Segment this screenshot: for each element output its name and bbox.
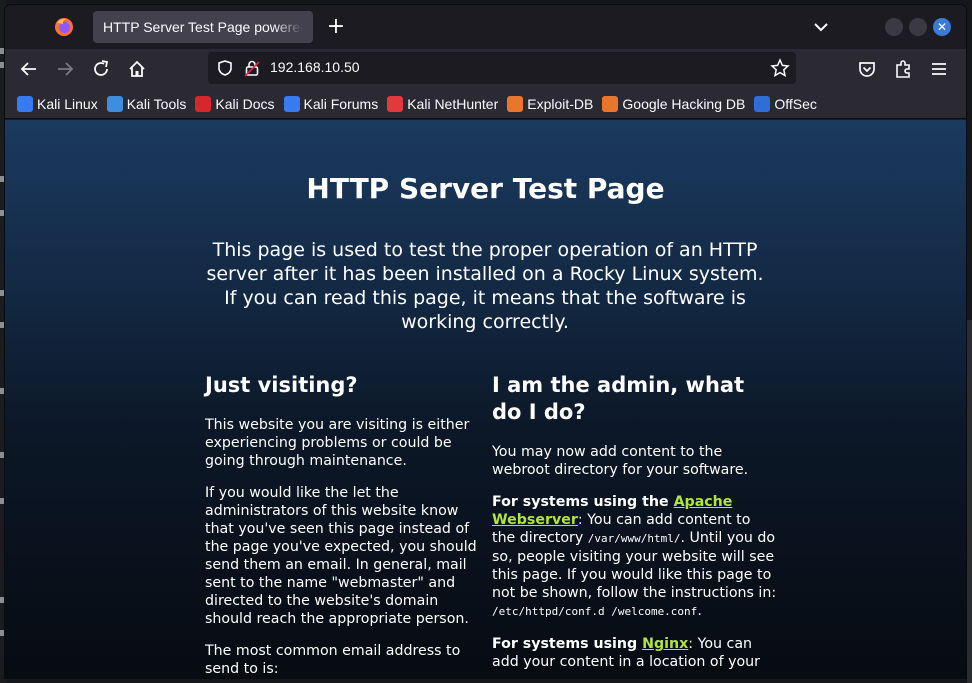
bookmarks-toolbar: Kali Linux Kali Tools Kali Docs Kali Forums… <box>5 89 966 119</box>
page-title: HTTP Server Test Page <box>306 172 665 205</box>
bookmark-item[interactable]: Kali Forums <box>283 95 379 112</box>
admin-column: I am the admin, what do I do? You may no… <box>492 372 777 678</box>
back-arrow-icon[interactable] <box>18 58 40 80</box>
lock-insecure-icon[interactable] <box>244 59 260 77</box>
url-bar[interactable]: 192.168.10.50 <box>208 52 796 84</box>
visitor-paragraph-3: The most common email address to send to… <box>205 643 461 677</box>
kali-forums-icon <box>283 95 300 112</box>
firefox-icon[interactable] <box>54 17 74 37</box>
bookmark-label: Google Hacking DB <box>622 95 746 112</box>
extensions-icon[interactable] <box>892 58 914 80</box>
kali-tools-icon <box>106 95 123 112</box>
bookmark-item[interactable]: Google Hacking DB <box>602 95 746 112</box>
kali-nethunter-icon <box>387 95 404 112</box>
nginx-prefix: For systems using <box>492 636 643 652</box>
navigation-toolbar: 192.168.10.50 <box>5 49 966 89</box>
kali-linux-icon <box>17 95 33 112</box>
bookmark-item[interactable]: Kali Linux <box>17 95 98 112</box>
close-button[interactable]: ✕ <box>933 18 951 36</box>
nginx-link[interactable]: Nginx <box>642 636 688 652</box>
bookmark-star-icon[interactable] <box>770 58 790 78</box>
admin-paragraph-1: You may now add content to the webroot d… <box>492 444 749 478</box>
visitor-paragraph-1: This website you are visiting is either … <box>205 417 470 469</box>
bookmark-item[interactable]: Exploit-DB <box>507 95 594 112</box>
visitor-heading: Just visiting? <box>205 373 358 397</box>
bookmark-label: Kali Docs <box>215 95 275 112</box>
visitor-paragraph-2: If you would like the let the administra… <box>205 485 477 627</box>
intro-paragraph: This page is used to test the proper ope… <box>206 239 764 333</box>
bookmark-label: Exploit-DB <box>527 95 594 112</box>
nginx-paragraph: For systems using Nginx: You can add you… <box>492 635 777 671</box>
tab-strip: HTTP Server Test Page powered by Rocky L… <box>5 5 966 49</box>
maximize-button[interactable] <box>909 18 927 36</box>
reload-icon[interactable] <box>90 58 112 80</box>
ghdb-icon <box>602 95 619 112</box>
kali-docs-icon <box>195 95 212 112</box>
visitor-column: Just visiting? This website you are visi… <box>205 372 485 678</box>
home-icon[interactable] <box>126 58 148 80</box>
menu-icon[interactable] <box>928 58 950 80</box>
new-tab-button[interactable]: + <box>325 16 347 38</box>
bookmark-label: Kali Linux <box>37 95 98 112</box>
web-page-content: HTTP Server Test Page This page is used … <box>5 120 966 678</box>
url-text[interactable]: 192.168.10.50 <box>270 59 360 75</box>
admin-heading: I am the admin, what do I do? <box>492 373 745 424</box>
apache-text-3: . <box>697 603 702 619</box>
offsec-icon <box>754 95 771 112</box>
browser-window: HTTP Server Test Page powered by Rocky L… <box>5 5 966 678</box>
pocket-icon[interactable] <box>856 58 878 80</box>
bookmark-item[interactable]: Kali NetHunter <box>387 95 499 112</box>
bookmark-item[interactable]: Kali Tools <box>106 95 187 112</box>
bookmark-item[interactable]: OffSec <box>754 95 817 112</box>
shield-icon[interactable] <box>216 59 234 77</box>
bookmark-label: OffSec <box>774 95 817 112</box>
bookmark-label: Kali Tools <box>126 95 187 112</box>
tab-title: HTTP Server Test Page powered by Rocky L… <box>103 19 303 35</box>
tab-active[interactable]: HTTP Server Test Page powered by Rocky L… <box>93 11 313 43</box>
chevron-down-icon[interactable] <box>811 17 831 37</box>
exploit-db-icon <box>507 95 524 112</box>
bookmark-label: Kali Forums <box>303 95 379 112</box>
forward-arrow-icon[interactable] <box>54 58 76 80</box>
apache-paragraph: For systems using the Apache Webserver: … <box>492 493 777 621</box>
welcome-conf-path: /etc/httpd/conf.d /welcome.conf <box>492 605 698 618</box>
webroot-path: /var/www/html/ <box>587 532 681 545</box>
bookmark-label: Kali NetHunter <box>407 95 499 112</box>
bookmark-item[interactable]: Kali Docs <box>195 95 275 112</box>
minimize-button[interactable] <box>885 18 903 36</box>
desktop-edge <box>967 320 972 683</box>
apache-prefix: For systems using the <box>492 494 674 510</box>
